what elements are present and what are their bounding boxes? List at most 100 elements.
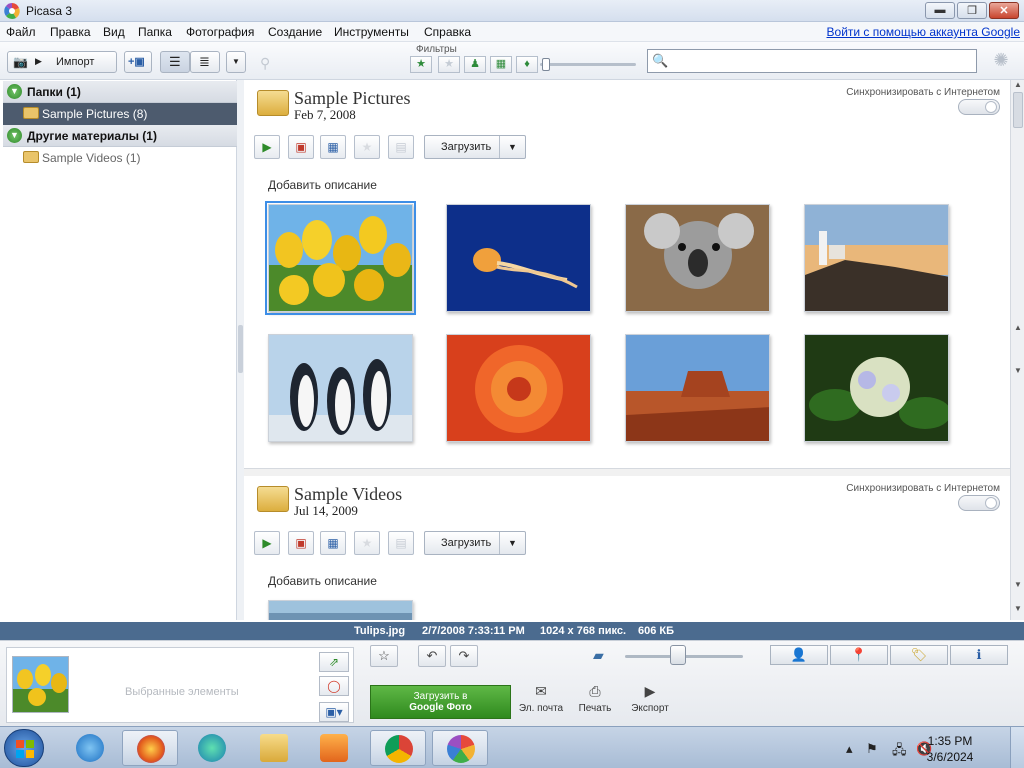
- folder-item-sample-videos[interactable]: Sample Videos (1): [3, 147, 237, 169]
- album-title[interactable]: Sample Pictures: [294, 88, 410, 109]
- rotate-right-button[interactable]: ↷: [450, 645, 478, 667]
- collage-button[interactable]: ▣: [288, 135, 314, 159]
- vertical-scrollbar[interactable]: ▲ ▲ ▼ ▼ ▼: [1010, 80, 1024, 620]
- collapse-icon[interactable]: ▼: [7, 84, 22, 99]
- sync-toggle[interactable]: [958, 495, 1000, 511]
- scrollbar-thumb[interactable]: [1013, 92, 1023, 128]
- filter-geotagged-button[interactable]: ♦: [516, 56, 538, 73]
- view-dropdown-button[interactable]: ▼: [226, 51, 246, 73]
- restore-button[interactable]: ❐: [957, 2, 987, 19]
- clear-selection-button[interactable]: ◯: [319, 676, 349, 696]
- folder-item-sample-pictures[interactable]: Sample Pictures (8): [3, 103, 237, 125]
- add-to-album-tray-button[interactable]: ▣▾: [319, 702, 349, 722]
- sync-toggle[interactable]: [958, 99, 1000, 115]
- taskbar-media-player[interactable]: [306, 730, 362, 766]
- taskbar-firefox[interactable]: [122, 730, 178, 766]
- view-tree-button[interactable]: ≣: [190, 51, 220, 73]
- movie-button[interactable]: ▦: [320, 531, 346, 555]
- chevron-down-icon[interactable]: ▼: [499, 136, 525, 158]
- photo-thumb-jellyfish[interactable]: [446, 204, 591, 312]
- splitter-grip[interactable]: [238, 325, 243, 373]
- upload-album-button[interactable]: Загрузить ▼: [424, 135, 526, 159]
- taskbar-file-explorer[interactable]: [246, 730, 302, 766]
- add-description[interactable]: Добавить описание: [268, 574, 377, 588]
- scroll-down-icon[interactable]: ▼: [1012, 604, 1024, 616]
- hold-selection-button[interactable]: ⇗: [319, 652, 349, 672]
- save-album-button[interactable]: ▤: [388, 531, 414, 555]
- photo-thumb-penguins[interactable]: [268, 334, 413, 442]
- print-button[interactable]: ⎙ Печать: [565, 683, 625, 714]
- slideshow-button[interactable]: ▶: [254, 135, 280, 159]
- collapse-icon[interactable]: ▼: [7, 128, 22, 143]
- menu-file[interactable]: Файл: [6, 25, 36, 39]
- google-signin-link[interactable]: Войти с помощью аккаунта Google: [827, 25, 1020, 39]
- filter-slider-thumb[interactable]: [542, 58, 550, 71]
- taskbar-internet-explorer[interactable]: [62, 730, 118, 766]
- menu-folder[interactable]: Папка: [138, 25, 172, 39]
- email-button[interactable]: ✉ Эл. почта: [511, 683, 571, 714]
- menu-edit[interactable]: Правка: [50, 25, 91, 39]
- menu-photo[interactable]: Фотография: [186, 25, 254, 39]
- close-button[interactable]: ✕: [989, 2, 1019, 19]
- star-album-button[interactable]: ★: [354, 531, 380, 555]
- taskbar-picasa[interactable]: [432, 730, 488, 766]
- save-album-button[interactable]: ▤: [388, 135, 414, 159]
- menu-help[interactable]: Справка: [424, 25, 471, 39]
- show-hidden-icons-icon[interactable]: ▴: [846, 741, 853, 757]
- upload-to-google-photos-button[interactable]: Загрузить в Google Фото: [370, 685, 511, 719]
- album-title[interactable]: Sample Videos: [294, 484, 402, 505]
- photo-thumb-lighthouse[interactable]: [804, 204, 949, 312]
- group-other-materials[interactable]: ▼ Другие материалы (1): [3, 125, 237, 147]
- people-button[interactable]: 👤: [770, 645, 828, 665]
- scroll-up-icon[interactable]: ▲: [1012, 323, 1024, 335]
- network-icon[interactable]: 🖧: [892, 741, 907, 763]
- star-photo-button[interactable]: ☆: [370, 645, 398, 667]
- panel-splitter[interactable]: [237, 80, 244, 620]
- collage-button[interactable]: ▣: [288, 531, 314, 555]
- photo-thumb-desert[interactable]: [625, 334, 770, 442]
- minimize-button[interactable]: ▬: [925, 2, 955, 19]
- video-thumb-wildlife[interactable]: [268, 600, 413, 620]
- filter-movies-button[interactable]: ▦: [490, 56, 512, 73]
- chevron-down-icon[interactable]: ▼: [499, 532, 525, 554]
- scroll-down-icon[interactable]: ▼: [1012, 366, 1024, 378]
- star-album-button[interactable]: ★: [354, 135, 380, 159]
- photo-thumb-hydrangeas[interactable]: [804, 334, 949, 442]
- view-list-button[interactable]: ☰: [160, 51, 190, 73]
- export-button[interactable]: ▶ Экспорт: [620, 683, 680, 714]
- taskbar-chrome[interactable]: [370, 730, 426, 766]
- places-button[interactable]: 📍: [830, 645, 888, 665]
- menu-view[interactable]: Вид: [103, 25, 125, 39]
- photo-thumb-koala[interactable]: [625, 204, 770, 312]
- group-folders[interactable]: ▼ Папки (1): [3, 81, 237, 103]
- sync-label: Синхронизировать с Интернетом: [846, 87, 1000, 98]
- selected-photo-thumb[interactable]: [12, 656, 69, 713]
- system-clock[interactable]: 1:35 PM 3/6/2024: [920, 733, 980, 765]
- group-folders-label: Папки (1): [27, 85, 81, 99]
- thumbnail-size-thumb[interactable]: [670, 645, 687, 665]
- filter-faces-button[interactable]: ♟: [464, 56, 486, 73]
- menu-tools[interactable]: Инструменты: [334, 25, 409, 39]
- photo-thumb-tulips[interactable]: [265, 201, 416, 315]
- show-desktop-button[interactable]: [1010, 727, 1024, 768]
- filter-uploaded-button[interactable]: ★: [438, 56, 460, 73]
- tags-button[interactable]: 🏷: [890, 645, 948, 665]
- filter-starred-button[interactable]: ★: [410, 56, 432, 73]
- info-button[interactable]: ℹ: [950, 645, 1008, 665]
- search-input[interactable]: 🔍: [647, 49, 977, 73]
- slideshow-button[interactable]: ▶: [254, 531, 280, 555]
- action-center-flag-icon[interactable]: ⚑: [866, 741, 878, 757]
- add-to-album-button[interactable]: +▣: [124, 51, 152, 73]
- rotate-left-button[interactable]: ↶: [418, 645, 446, 667]
- taskbar-edge[interactable]: [184, 730, 240, 766]
- photo-thumb-chrysanthemum[interactable]: [446, 334, 591, 442]
- add-description[interactable]: Добавить описание: [268, 178, 377, 192]
- movie-button[interactable]: ▦: [320, 135, 346, 159]
- scroll-up-icon[interactable]: ▲: [1012, 80, 1024, 92]
- filter-time-slider[interactable]: [540, 63, 636, 66]
- scroll-down-icon[interactable]: ▼: [1012, 580, 1024, 592]
- menu-create[interactable]: Создание: [268, 25, 322, 39]
- import-button[interactable]: 📷 ▶ Импорт: [7, 51, 117, 73]
- start-button[interactable]: [4, 729, 44, 767]
- upload-album-button[interactable]: Загрузить ▼: [424, 531, 526, 555]
